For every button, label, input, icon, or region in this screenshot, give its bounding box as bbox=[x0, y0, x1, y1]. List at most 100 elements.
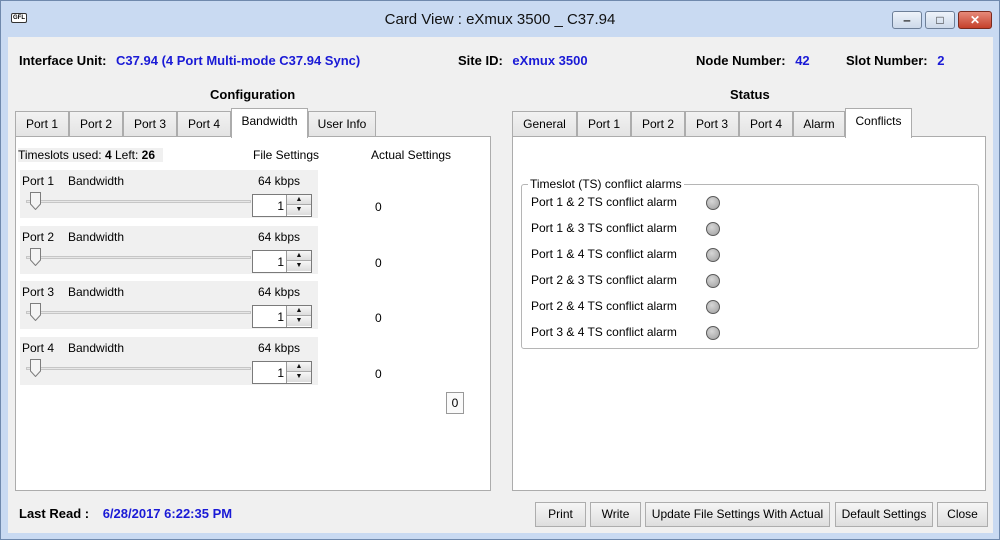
rate-label: 64 kbps bbox=[258, 341, 301, 355]
timeslots-left-label: Left: bbox=[114, 148, 139, 162]
spinner-up-icon[interactable]: ▲ bbox=[287, 251, 311, 261]
timeslots-left-value: 26 bbox=[141, 148, 156, 162]
alarm-led-icon bbox=[706, 274, 720, 288]
conflict-alarm-label: Port 1 & 3 TS conflict alarm bbox=[531, 221, 677, 235]
bandwidth-spinner[interactable]: 1 ▲ ▼ bbox=[252, 305, 312, 328]
default-settings-button[interactable]: Default Settings bbox=[835, 502, 933, 527]
port-label: Port 4 bbox=[22, 341, 55, 355]
spinner-down-icon[interactable]: ▼ bbox=[287, 261, 311, 271]
bandwidth-spinner-value[interactable]: 1 bbox=[277, 255, 284, 269]
tab-config-port-4[interactable]: Port 4 bbox=[177, 111, 231, 137]
tab-status-port-3[interactable]: Port 3 bbox=[685, 111, 739, 137]
slot-number-value: 2 bbox=[937, 53, 945, 68]
ts-conflict-alarms-group: Timeslot (TS) conflict alarms Port 1 & 2… bbox=[521, 177, 979, 349]
ts-conflict-alarms-title: Timeslot (TS) conflict alarms bbox=[528, 177, 684, 191]
minimize-button[interactable]: ‒ bbox=[892, 11, 922, 29]
bandwidth-slider-thumb[interactable] bbox=[30, 248, 41, 266]
bandwidth-slider-track[interactable] bbox=[26, 256, 251, 259]
bandwidth-spinner-value[interactable]: 1 bbox=[277, 366, 284, 380]
conflict-alarm-label: Port 2 & 3 TS conflict alarm bbox=[531, 273, 677, 287]
last-read-value: 6/28/2017 6:22:35 PM bbox=[102, 506, 233, 521]
tab-status-port-2[interactable]: Port 2 bbox=[631, 111, 685, 137]
site-id-value: eXmux 3500 bbox=[512, 53, 588, 68]
bandwidth-label: Bandwidth bbox=[68, 285, 125, 299]
tab-status-conflicts[interactable]: Conflicts bbox=[845, 108, 912, 138]
interface-unit: Interface Unit: C37.94 (4 Port Multi-mod… bbox=[19, 53, 360, 68]
spinner-down-icon[interactable]: ▼ bbox=[287, 205, 311, 215]
close-button[interactable]: Close bbox=[937, 502, 988, 527]
actual-setting-value: 0 bbox=[375, 367, 382, 381]
bandwidth-spinner-value[interactable]: 1 bbox=[277, 199, 284, 213]
node-number: Node Number: 42 bbox=[696, 53, 810, 68]
bandwidth-slider-thumb[interactable] bbox=[30, 303, 41, 321]
bandwidth-spinner[interactable]: 1 ▲ ▼ bbox=[252, 250, 312, 273]
spinner-arrows: ▲ ▼ bbox=[286, 362, 311, 383]
rate-label: 64 kbps bbox=[258, 230, 301, 244]
spinner-down-icon[interactable]: ▼ bbox=[287, 372, 311, 382]
last-read: Last Read : 6/28/2017 6:22:35 PM bbox=[19, 506, 232, 521]
bandwidth-spinner-value[interactable]: 1 bbox=[277, 310, 284, 324]
tab-config-port-3[interactable]: Port 3 bbox=[123, 111, 177, 137]
bandwidth-slider-track[interactable] bbox=[26, 311, 251, 314]
configuration-tabs: Port 1 Port 2 Port 3 Port 4 Bandwidth Us… bbox=[15, 108, 490, 138]
spinner-down-icon[interactable]: ▼ bbox=[287, 316, 311, 326]
alarm-led-icon bbox=[706, 222, 720, 236]
spinner-up-icon[interactable]: ▲ bbox=[287, 362, 311, 372]
title-bar: GFL Card View : eXmux 3500 _ C37.94 ‒ □ … bbox=[1, 1, 999, 37]
conflict-alarm-label: Port 1 & 2 TS conflict alarm bbox=[531, 195, 677, 209]
timeslots-used-value: 4 bbox=[104, 148, 112, 162]
bandwidth-slider-track[interactable] bbox=[26, 200, 251, 203]
tab-status-port-4[interactable]: Port 4 bbox=[739, 111, 793, 137]
alarm-led-icon bbox=[706, 248, 720, 262]
tab-config-port-1[interactable]: Port 1 bbox=[15, 111, 69, 137]
bandwidth-panel: Timeslots used: 4 Left: 26 File Settings… bbox=[15, 136, 491, 491]
actual-setting-value: 0 bbox=[375, 256, 382, 270]
conflict-alarm-label: Port 2 & 4 TS conflict alarm bbox=[531, 299, 677, 313]
actual-setting-value: 0 bbox=[375, 311, 382, 325]
port-label: Port 2 bbox=[22, 230, 55, 244]
tab-config-user-info[interactable]: User Info bbox=[308, 111, 376, 137]
bandwidth-slider-track[interactable] bbox=[26, 367, 251, 370]
window-title: Card View : eXmux 3500 _ C37.94 bbox=[384, 11, 616, 28]
interface-unit-value: C37.94 (4 Port Multi-mode C37.94 Sync) bbox=[116, 53, 361, 68]
bandwidth-spinner[interactable]: 1 ▲ ▼ bbox=[252, 361, 312, 384]
port-label: Port 1 bbox=[22, 174, 55, 188]
tab-status-general[interactable]: General bbox=[512, 111, 577, 137]
tab-config-bandwidth[interactable]: Bandwidth bbox=[231, 108, 308, 138]
last-read-label: Last Read : bbox=[19, 506, 90, 521]
client-area: Interface Unit: C37.94 (4 Port Multi-mod… bbox=[8, 37, 993, 533]
node-number-label: Node Number: bbox=[696, 53, 786, 68]
maximize-button[interactable]: □ bbox=[925, 11, 955, 29]
alarm-led-icon bbox=[706, 326, 720, 340]
spinner-arrows: ▲ ▼ bbox=[286, 251, 311, 272]
spinner-up-icon[interactable]: ▲ bbox=[287, 195, 311, 205]
spinner-arrows: ▲ ▼ bbox=[286, 195, 311, 216]
total-timeslots-box: 0 bbox=[446, 392, 464, 414]
rate-label: 64 kbps bbox=[258, 285, 301, 299]
print-button[interactable]: Print bbox=[535, 502, 586, 527]
timeslots-used-label: Timeslots used: bbox=[18, 148, 102, 162]
card-view-window: GFL Card View : eXmux 3500 _ C37.94 ‒ □ … bbox=[0, 0, 1000, 540]
node-number-value: 42 bbox=[795, 53, 810, 68]
actual-settings-header: Actual Settings bbox=[371, 148, 452, 162]
update-file-settings-button[interactable]: Update File Settings With Actual bbox=[645, 502, 830, 527]
close-icon: ✕ bbox=[969, 13, 981, 27]
port-label: Port 3 bbox=[22, 285, 55, 299]
conflict-alarm-label: Port 3 & 4 TS conflict alarm bbox=[531, 325, 677, 339]
bandwidth-spinner[interactable]: 1 ▲ ▼ bbox=[252, 194, 312, 217]
bandwidth-slider-thumb[interactable] bbox=[30, 192, 41, 210]
conflicts-panel: Timeslot (TS) conflict alarms Port 1 & 2… bbox=[512, 136, 986, 491]
slot-number-label: Slot Number: bbox=[846, 53, 928, 68]
tab-status-alarm[interactable]: Alarm bbox=[793, 111, 845, 137]
bandwidth-label: Bandwidth bbox=[68, 230, 125, 244]
file-settings-header: File Settings bbox=[253, 148, 320, 162]
timeslots-summary: Timeslots used: 4 Left: 26 bbox=[18, 148, 163, 162]
conflict-alarm-label: Port 1 & 4 TS conflict alarm bbox=[531, 247, 677, 261]
tab-status-port-1[interactable]: Port 1 bbox=[577, 111, 631, 137]
bandwidth-label: Bandwidth bbox=[68, 341, 125, 355]
write-button[interactable]: Write bbox=[590, 502, 641, 527]
tab-config-port-2[interactable]: Port 2 bbox=[69, 111, 123, 137]
close-window-button[interactable]: ✕ bbox=[958, 11, 992, 29]
bandwidth-slider-thumb[interactable] bbox=[30, 359, 41, 377]
spinner-up-icon[interactable]: ▲ bbox=[287, 306, 311, 316]
